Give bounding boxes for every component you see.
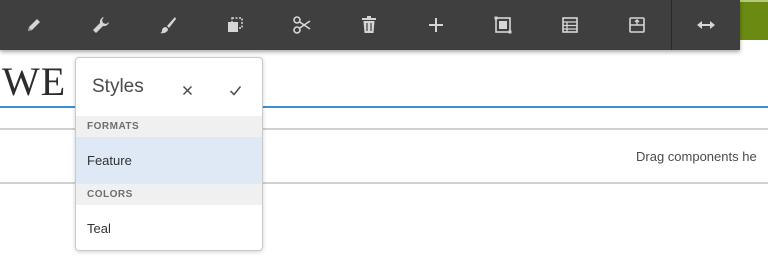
table-icon [561, 17, 578, 33]
group-icon [494, 16, 511, 34]
pencil-icon [27, 19, 40, 31]
group-button[interactable] [469, 0, 536, 50]
style-option-teal[interactable]: Teal [76, 205, 262, 250]
brush-icon [159, 17, 176, 34]
wrench-icon [92, 17, 109, 33]
copy-icon [227, 17, 243, 32]
styles-popover-header: Styles [76, 58, 262, 116]
close-icon [182, 85, 192, 95]
close-button[interactable] [176, 80, 198, 100]
parent-icon [628, 17, 645, 33]
confirm-button[interactable] [224, 80, 246, 100]
layout-button[interactable] [536, 0, 603, 50]
section-header-colors: COLORS [76, 184, 262, 205]
delete-button[interactable] [335, 0, 402, 50]
styles-popover: Styles FORMATS Feature COLORS Teal [75, 57, 263, 251]
parent-button[interactable] [603, 0, 670, 50]
trash-icon [361, 16, 376, 33]
scissors-icon [292, 16, 310, 34]
section-header-formats: FORMATS [76, 116, 262, 137]
component-toolbar [0, 0, 740, 50]
styles-button[interactable] [134, 0, 201, 50]
styles-popover-title: Styles [92, 76, 144, 97]
resize-arrows-icon [696, 21, 715, 29]
resize-button[interactable] [672, 0, 739, 50]
checkmark-icon [229, 85, 241, 96]
copy-button[interactable] [201, 0, 268, 50]
page-heading: WE [2, 59, 67, 104]
cut-button[interactable] [268, 0, 335, 50]
plus-icon [428, 18, 443, 32]
style-option-feature[interactable]: Feature [76, 137, 262, 184]
drag-components-placeholder[interactable]: Drag components he [636, 149, 757, 164]
insert-button[interactable] [402, 0, 469, 50]
configure-button[interactable] [67, 0, 134, 50]
edit-button[interactable] [0, 0, 67, 50]
